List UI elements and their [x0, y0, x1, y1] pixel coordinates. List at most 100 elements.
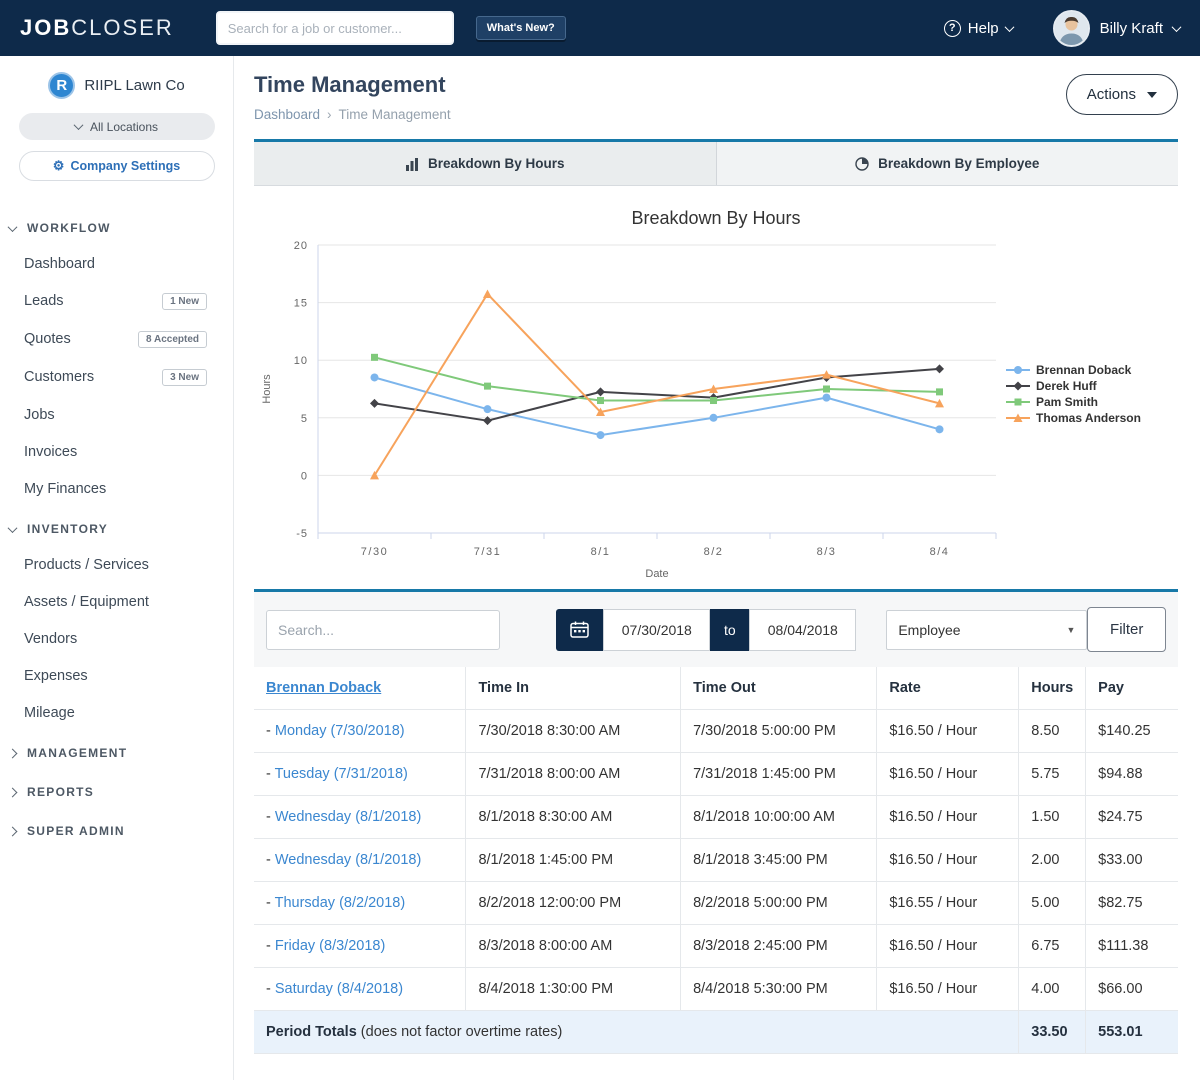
- tabs-container: Breakdown By Hours Breakdown By Employee: [254, 139, 1178, 186]
- chevron-down-icon: [8, 222, 18, 232]
- table-row: - Thursday (8/2/2018)8/2/2018 12:00:00 P…: [254, 882, 1178, 925]
- app-logo[interactable]: JOBCLOSER: [20, 15, 174, 41]
- table-row: - Monday (7/30/2018)7/30/2018 8:30:00 AM…: [254, 710, 1178, 753]
- day-link[interactable]: Wednesday (8/1/2018): [275, 809, 421, 825]
- legend-item-thomas-anderson[interactable]: Thomas Anderson: [1006, 411, 1178, 425]
- rate-cell: $16.50 / Hour: [877, 968, 1019, 1011]
- date-from-field[interactable]: 07/30/2018: [603, 609, 710, 651]
- rate-cell: $16.50 / Hour: [877, 796, 1019, 839]
- svg-text:-5: -5: [296, 528, 308, 540]
- sidebar-item-dashboard[interactable]: Dashboard: [0, 245, 233, 282]
- date-to-label: to: [710, 609, 749, 651]
- sidebar-item-label: Customers: [24, 369, 94, 385]
- legend-item-pam-smith[interactable]: Pam Smith: [1006, 395, 1178, 409]
- sidebar-item-vendors[interactable]: Vendors: [0, 620, 233, 657]
- table-search-input[interactable]: [266, 610, 500, 650]
- help-label: Help: [968, 20, 999, 37]
- tab-label: Breakdown By Hours: [428, 156, 565, 171]
- col-employee: Brennan Doback: [254, 667, 466, 710]
- sidebar-item-label: Assets / Equipment: [24, 594, 149, 610]
- all-locations-dropdown[interactable]: All Locations: [19, 113, 215, 140]
- sidebar-item-invoices[interactable]: Invoices: [0, 433, 233, 470]
- sidebar-item-assets-equipment[interactable]: Assets / Equipment: [0, 583, 233, 620]
- calendar-button[interactable]: [556, 609, 603, 651]
- period-totals-label: Period Totals: [266, 1024, 357, 1040]
- day-link[interactable]: Friday (8/3/2018): [275, 938, 385, 954]
- sidebar-item-customers[interactable]: Customers3 New: [0, 358, 233, 396]
- time-out-cell: 8/4/2018 5:30:00 PM: [681, 968, 877, 1011]
- day-cell: - Saturday (8/4/2018): [254, 968, 466, 1011]
- svg-text:8/2: 8/2: [704, 546, 724, 558]
- sidebar-item-products-services[interactable]: Products / Services: [0, 546, 233, 583]
- tab-breakdown-by-hours[interactable]: Breakdown By Hours: [254, 142, 716, 185]
- user-menu[interactable]: Billy Kraft: [1053, 10, 1180, 47]
- sidebar-section-management[interactable]: MANAGEMENT: [0, 736, 233, 770]
- legend-marker-icon: [1006, 380, 1030, 392]
- sidebar-section-inventory[interactable]: INVENTORY: [0, 512, 233, 546]
- global-search-input[interactable]: [216, 11, 454, 45]
- company-selector[interactable]: R RIIPL Lawn Co: [0, 72, 233, 99]
- filter-button[interactable]: Filter: [1087, 607, 1166, 652]
- sidebar-item-mileage[interactable]: Mileage: [0, 694, 233, 731]
- section-label: INVENTORY: [27, 522, 108, 536]
- day-cell: - Thursday (8/2/2018): [254, 882, 466, 925]
- tab-breakdown-by-employee[interactable]: Breakdown By Employee: [716, 142, 1179, 185]
- time-out-cell: 8/3/2018 2:45:00 PM: [681, 925, 877, 968]
- hours-chart-svg: -5051015207/307/318/18/28/38/4DateHours: [254, 231, 1006, 587]
- rate-cell: $16.50 / Hour: [877, 710, 1019, 753]
- chevron-down-icon: [8, 523, 18, 533]
- day-link[interactable]: Wednesday (8/1/2018): [275, 852, 421, 868]
- pay-cell: $82.75: [1086, 882, 1178, 925]
- legend-label: Pam Smith: [1036, 395, 1098, 409]
- legend-marker-icon: [1006, 364, 1030, 376]
- table-row: - Wednesday (8/1/2018)8/1/2018 8:30:00 A…: [254, 796, 1178, 839]
- filter-bar: 07/30/2018 to 08/04/2018 Employee ▼ Filt…: [254, 589, 1178, 667]
- time-out-cell: 8/2/2018 5:00:00 PM: [681, 882, 877, 925]
- logo-light: CLOSER: [71, 15, 173, 40]
- all-locations-label: All Locations: [90, 120, 158, 134]
- rate-cell: $16.50 / Hour: [877, 925, 1019, 968]
- caret-down-icon: [1147, 92, 1157, 98]
- help-menu[interactable]: ? Help: [944, 20, 1013, 37]
- day-link[interactable]: Thursday (8/2/2018): [275, 895, 406, 911]
- employee-name-link[interactable]: Brennan Doback: [266, 680, 381, 696]
- company-name: RIIPL Lawn Co: [84, 77, 184, 94]
- sidebar-item-label: Quotes: [24, 331, 71, 347]
- rate-cell: $16.50 / Hour: [877, 839, 1019, 882]
- chart-title: Breakdown By Hours: [254, 208, 1178, 229]
- actions-label: Actions: [1087, 86, 1136, 103]
- section-label: MANAGEMENT: [27, 746, 127, 760]
- breadcrumb-separator: ›: [327, 107, 332, 122]
- sidebar-item-leads[interactable]: Leads1 New: [0, 282, 233, 320]
- day-link[interactable]: Tuesday (7/31/2018): [275, 766, 408, 782]
- legend-item-brennan-doback[interactable]: Brennan Doback: [1006, 363, 1178, 377]
- sidebar-section-reports[interactable]: REPORTS: [0, 775, 233, 809]
- company-settings-button[interactable]: ⚙ Company Settings: [19, 151, 215, 181]
- sidebar-section-super-admin[interactable]: SUPER ADMIN: [0, 814, 233, 848]
- actions-button[interactable]: Actions: [1066, 74, 1178, 115]
- employee-select[interactable]: Employee ▼: [886, 610, 1087, 650]
- table-row: - Friday (8/3/2018)8/3/2018 8:00:00 AM8/…: [254, 925, 1178, 968]
- sidebar-item-my-finances[interactable]: My Finances: [0, 470, 233, 507]
- day-link[interactable]: Saturday (8/4/2018): [275, 981, 403, 997]
- legend-label: Brennan Doback: [1036, 363, 1131, 377]
- table-row: - Saturday (8/4/2018)8/4/2018 1:30:00 PM…: [254, 968, 1178, 1011]
- legend-marker-icon: [1006, 396, 1030, 408]
- legend-item-derek-huff[interactable]: Derek Huff: [1006, 379, 1178, 393]
- breadcrumb-dashboard-link[interactable]: Dashboard: [254, 107, 320, 122]
- sidebar-item-quotes[interactable]: Quotes8 Accepted: [0, 320, 233, 358]
- date-to-field[interactable]: 08/04/2018: [749, 609, 856, 651]
- sidebar-item-expenses[interactable]: Expenses: [0, 657, 233, 694]
- time-in-cell: 8/1/2018 1:45:00 PM: [466, 839, 681, 882]
- svg-text:Hours: Hours: [261, 374, 273, 404]
- help-icon: ?: [944, 20, 961, 37]
- total-hours-cell: 33.50: [1019, 1011, 1086, 1054]
- pay-cell: $140.25: [1086, 710, 1178, 753]
- sidebar-item-jobs[interactable]: Jobs: [0, 396, 233, 433]
- whats-new-button[interactable]: What's New?: [476, 16, 566, 40]
- legend-label: Derek Huff: [1036, 379, 1097, 393]
- col-hours: Hours: [1019, 667, 1086, 710]
- day-link[interactable]: Monday (7/30/2018): [275, 723, 405, 739]
- table-row: - Tuesday (7/31/2018)7/31/2018 8:00:00 A…: [254, 753, 1178, 796]
- sidebar-section-workflow[interactable]: WORKFLOW: [0, 211, 233, 245]
